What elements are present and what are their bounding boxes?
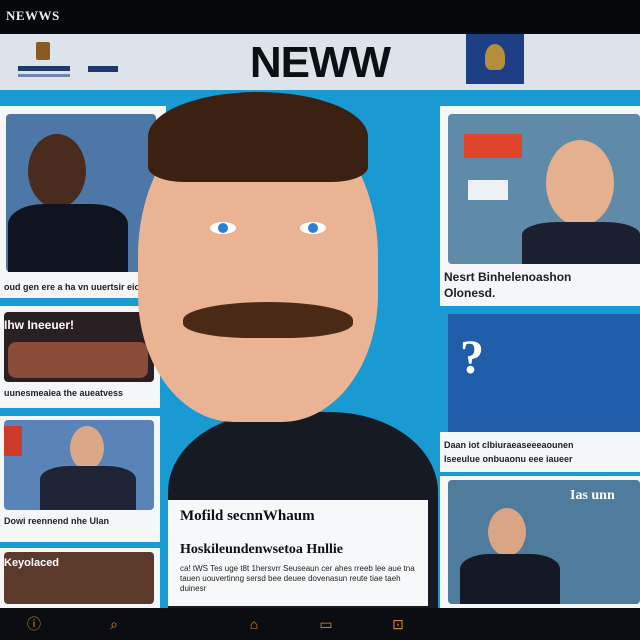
card-caption: Daan iot clbiuraeaseeeaounen xyxy=(444,440,574,450)
crest-icon xyxy=(485,44,505,70)
bookmark-icon[interactable]: ⊡ xyxy=(388,614,408,634)
right-card-4[interactable]: Ias unn xyxy=(440,476,640,608)
eye-right xyxy=(300,222,326,234)
search-icon[interactable]: ⌕ xyxy=(104,614,124,634)
top-bar: NEWWS xyxy=(0,0,640,32)
eye-left xyxy=(210,222,236,234)
bottom-nav: ⓘ ⌕ ⌂ ▭ ⊡ xyxy=(0,608,640,640)
info-icon[interactable]: ⓘ xyxy=(24,614,44,634)
card-caption: Iseeulue onbuaonu eee iaueer xyxy=(444,454,573,464)
brand-label: NEWWS xyxy=(6,8,60,23)
photo xyxy=(448,114,640,264)
site-title: NEWW xyxy=(249,38,391,87)
question-icon: ? xyxy=(460,331,484,384)
right-card-3[interactable]: Daan iot clbiuraeaseeeaounen Iseeulue on… xyxy=(440,432,640,472)
hair xyxy=(148,92,368,182)
site-header: NEWW xyxy=(0,34,640,90)
card-caption: Nesrt Binhelenoashon xyxy=(444,272,572,283)
mustache xyxy=(183,302,353,338)
folder-icon[interactable]: ▭ xyxy=(316,614,336,634)
home-icon[interactable]: ⌂ xyxy=(244,614,264,634)
article-body: ca! tWS Tes uge t8t 1hersvrr Seuseaun ce… xyxy=(180,564,415,593)
card-caption-2: Olonesd. xyxy=(444,288,496,299)
right-card-1[interactable]: Nesrt Binhelenoashon Olonesd. xyxy=(440,106,640,306)
help-tile[interactable]: ? xyxy=(448,314,640,432)
article-headline[interactable]: Mofild secnnWhaum xyxy=(180,508,315,525)
article-panel[interactable]: Mofild secnnWhaum Hoskileundenwsetoa Hnl… xyxy=(168,500,428,606)
crest-logo[interactable] xyxy=(466,34,524,84)
card-caption: Ias unn xyxy=(570,488,615,503)
article-subhead: Hoskileundenwsetoa Hnllie xyxy=(180,542,343,557)
